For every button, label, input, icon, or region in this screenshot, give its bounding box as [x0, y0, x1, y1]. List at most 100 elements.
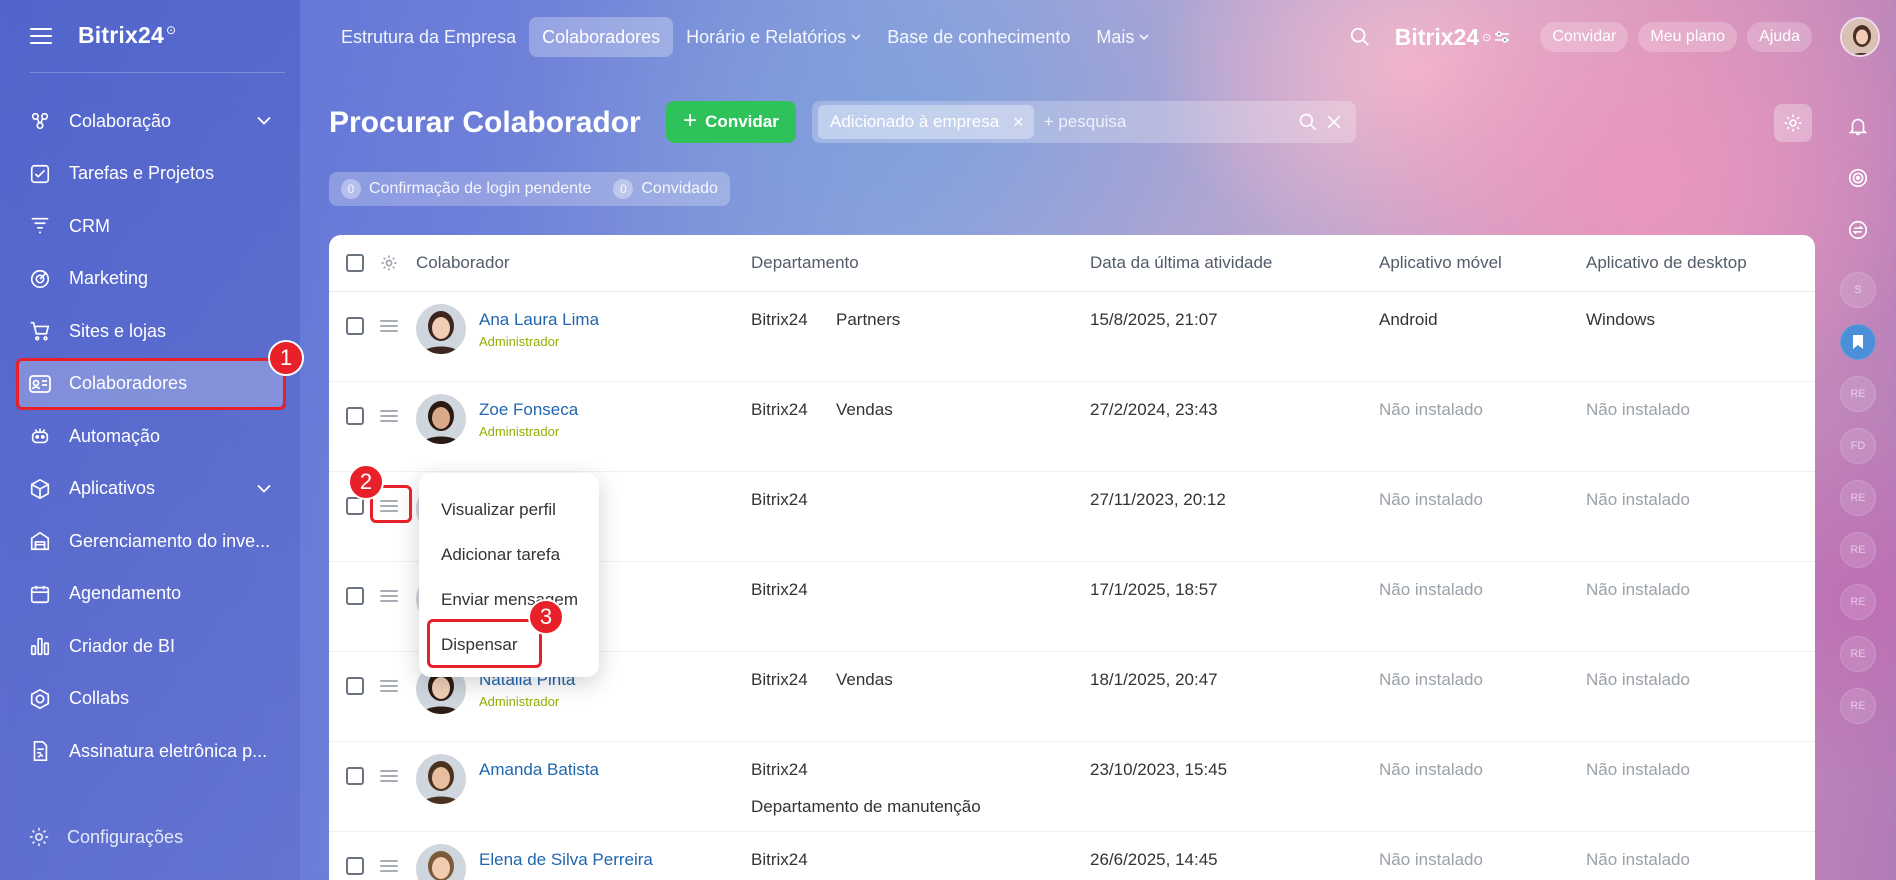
sidebar-item-crm[interactable]: CRM — [18, 200, 283, 253]
employee-name[interactable]: Elena de Silva Perreira — [479, 850, 653, 870]
sidebar-item-marketing[interactable]: Marketing — [18, 253, 283, 306]
row-checkbox[interactable] — [346, 857, 364, 875]
rail-avatar[interactable]: RE — [1840, 532, 1876, 568]
chevron-down-icon[interactable] — [257, 484, 271, 493]
tab-colaboradores[interactable]: Colaboradores — [529, 17, 674, 57]
row-checkbox[interactable] — [346, 317, 364, 335]
department[interactable]: Bitrix24 — [751, 490, 808, 510]
sidebar-item-tarefas[interactable]: Tarefas e Projetos — [18, 148, 283, 201]
mobile-app: Não instalado — [1379, 580, 1483, 599]
row-checkbox[interactable] — [346, 587, 364, 605]
table-row[interactable]: Ana Laura Lima Administrador Bitrix24 Partn… — [329, 292, 1815, 382]
search-icon[interactable] — [1349, 26, 1371, 48]
subdepartment[interactable]: Vendas — [836, 670, 893, 690]
department[interactable]: Bitrix24 — [751, 310, 808, 330]
department[interactable]: Bitrix24 — [751, 850, 808, 870]
bookmark-icon[interactable] — [1840, 324, 1876, 360]
chevron-down-icon[interactable] — [257, 117, 271, 126]
brand-logo-top[interactable]: Bitrix24 ⊙ — [1395, 24, 1511, 51]
tab-estrutura[interactable]: Estrutura da Empresa — [328, 17, 529, 57]
rail-avatar[interactable]: RE — [1840, 636, 1876, 672]
clear-icon[interactable] — [1324, 112, 1344, 132]
rail-avatar[interactable]: S — [1840, 272, 1876, 308]
sidebar-item-bi[interactable]: Criador de BI — [18, 620, 283, 673]
sidebar-item-agendamento[interactable]: Agendamento — [18, 568, 283, 621]
column-header-desktop[interactable]: Aplicativo de desktop — [1586, 253, 1747, 273]
table-row[interactable]: Amanda Batista Bitrix24 Departamento de ma… — [329, 742, 1815, 832]
column-header-department[interactable]: Departamento — [751, 253, 859, 273]
employee-name[interactable]: Zoe Fonseca — [479, 400, 578, 420]
employee-name[interactable]: Ana Laura Lima — [479, 310, 599, 330]
row-checkbox[interactable] — [346, 767, 364, 785]
help-pill[interactable]: Ajuda — [1747, 22, 1812, 52]
chat-refresh-icon[interactable] — [1840, 212, 1876, 248]
department-secondary[interactable]: Departamento de manutenção — [751, 797, 981, 817]
menu-burger-icon[interactable] — [30, 27, 52, 44]
bell-icon[interactable] — [1840, 108, 1876, 144]
counter-invited[interactable]: 0 Convidado — [613, 179, 718, 199]
search-icon[interactable] — [1298, 112, 1318, 132]
sliders-icon[interactable] — [1494, 30, 1510, 44]
filter-chip[interactable]: Adicionado à empresa × — [818, 105, 1034, 139]
row-checkbox[interactable] — [346, 677, 364, 695]
invite-button[interactable]: + Convidar — [666, 101, 796, 143]
subdepartment[interactable]: Vendas — [836, 400, 893, 420]
avatar[interactable] — [416, 754, 466, 804]
plan-pill[interactable]: Meu plano — [1638, 22, 1738, 52]
department[interactable]: Bitrix24 — [751, 580, 808, 600]
invite-pill[interactable]: Convidar — [1540, 22, 1629, 52]
rail-avatar[interactable]: RE — [1840, 584, 1876, 620]
row-menu-handle-icon[interactable] — [380, 320, 398, 332]
close-icon[interactable]: × — [1013, 112, 1024, 133]
rail-avatar[interactable]: FD — [1840, 428, 1876, 464]
column-header-employee[interactable]: Colaborador — [416, 253, 510, 273]
subdepartment[interactable]: Partners — [836, 310, 900, 330]
department[interactable]: Bitrix24 — [751, 760, 808, 780]
sidebar-item-configuracoes[interactable]: Configurações — [28, 826, 183, 848]
rail-avatar[interactable]: RE — [1840, 480, 1876, 516]
table-row[interactable]: Elena de Silva Perreira Bitrix24 26/6/2025… — [329, 832, 1815, 880]
menu-item-view-profile[interactable]: Visualizar perfil — [419, 487, 599, 532]
counter-pending-login[interactable]: 0 Confirmação de login pendente — [341, 179, 591, 199]
sidebar-item-inventario[interactable]: Gerenciamento do inve... — [18, 515, 283, 568]
row-menu-handle-icon[interactable] — [380, 410, 398, 422]
menu-item-add-task[interactable]: Adicionar tarefa — [419, 532, 599, 577]
sidebar-item-sites[interactable]: Sites e lojas — [18, 305, 283, 358]
row-checkbox[interactable] — [346, 497, 364, 515]
department[interactable]: Bitrix24 — [751, 400, 808, 420]
brand-logo[interactable]: Bitrix24 ⊙ — [78, 22, 176, 49]
column-header-last-activity[interactable]: Data da última atividade — [1090, 253, 1272, 273]
employee-role: Administrador — [479, 424, 560, 439]
row-menu-handle-icon[interactable] — [380, 590, 398, 602]
sidebar-item-colaboracao[interactable]: Colaboração — [18, 95, 283, 148]
sidebar-item-assinatura[interactable]: Assinatura eletrônica p... — [18, 725, 283, 778]
row-checkbox[interactable] — [346, 407, 364, 425]
row-menu-handle-icon[interactable] — [380, 770, 398, 782]
desktop-app: Não instalado — [1586, 760, 1690, 779]
user-avatar[interactable] — [1840, 17, 1880, 57]
avatar[interactable] — [416, 394, 466, 444]
tab-horario[interactable]: Horário e Relatórios — [673, 17, 874, 57]
tab-mais[interactable]: Mais — [1083, 17, 1162, 57]
sidebar-item-collabs[interactable]: Collabs — [18, 673, 283, 726]
sidebar-item-automacao[interactable]: Automação — [18, 410, 283, 463]
avatar[interactable] — [416, 844, 466, 880]
rail-avatar[interactable]: RE — [1840, 688, 1876, 724]
department[interactable]: Bitrix24 — [751, 670, 808, 690]
menu-item-send-message[interactable]: Enviar mensagem — [419, 577, 599, 622]
copilot-icon[interactable] — [1840, 160, 1876, 196]
row-menu-handle-icon[interactable] — [380, 680, 398, 692]
tab-base-conhecimento[interactable]: Base de conhecimento — [874, 17, 1083, 57]
search-input[interactable] — [1043, 112, 1274, 132]
filter-search-box[interactable]: Adicionado à empresa × — [812, 101, 1356, 143]
sidebar-item-aplicativos[interactable]: Aplicativos — [18, 463, 283, 516]
grid-settings-button[interactable] — [1774, 104, 1812, 142]
employee-name[interactable]: Amanda Batista — [479, 760, 599, 780]
row-menu-handle-icon[interactable] — [380, 860, 398, 872]
select-all-checkbox[interactable] — [346, 254, 364, 272]
gear-icon[interactable] — [380, 254, 398, 272]
rail-avatar[interactable]: RE — [1840, 376, 1876, 412]
avatar[interactable] — [416, 304, 466, 354]
table-row[interactable]: Zoe Fonseca Administrador Bitrix24 Vendas 27… — [329, 382, 1815, 472]
column-header-mobile[interactable]: Aplicativo móvel — [1379, 253, 1502, 273]
